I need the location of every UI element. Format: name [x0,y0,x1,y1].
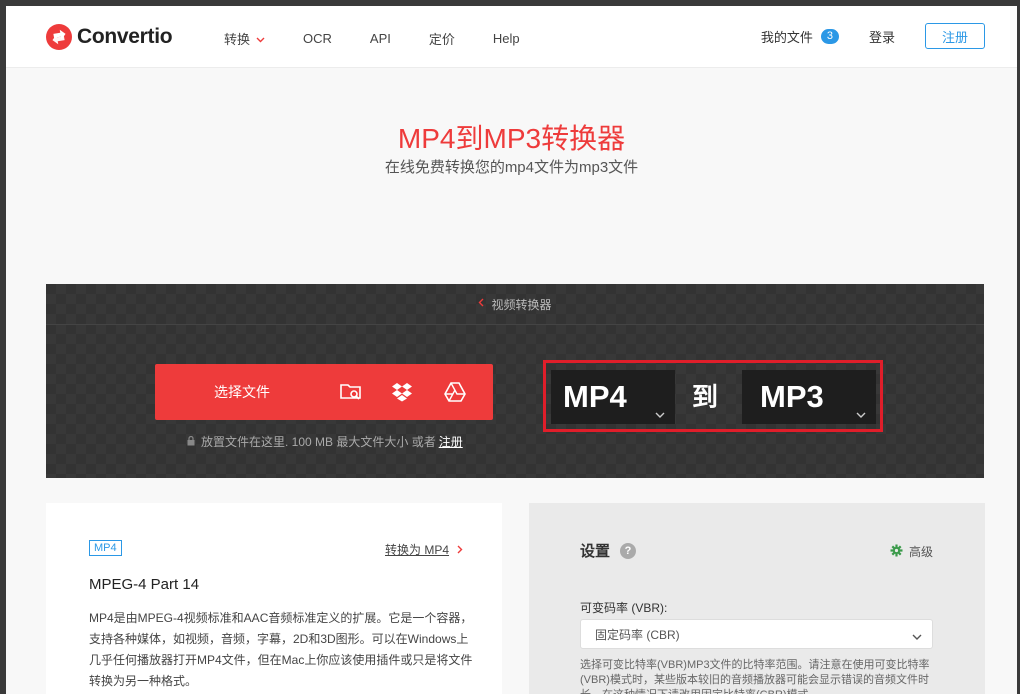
convertio-logo-icon [46,24,72,50]
nav-item-api[interactable]: API [370,29,391,48]
nav-item-pricing[interactable]: 定价 [429,29,455,48]
chevron-down-icon [912,630,922,644]
choose-files-label: 选择文件 [214,384,270,400]
convert-to-label: 转换为 MP4 [385,543,450,557]
lock-icon [187,435,195,449]
format-description: MP4是由MPEG-4视频标准和AAC音频标准定义的扩展。它是一个容器，支持各种… [89,611,473,688]
converter-panel: 视频转换器 选择文件 放置文件在这里. 100 MB 最大文件大小 或者 注册 … [46,284,984,478]
nav-item-label: OCR [303,31,332,46]
to-separator: 到 [692,382,719,412]
nav-item-label: API [369,31,391,46]
help-icon[interactable]: ? [620,542,637,559]
vbr-selected-value: 固定码率 (CBR) [595,627,680,642]
drop-note-register-link[interactable]: 注册 [439,433,463,450]
google-drive-icon[interactable] [443,380,467,404]
drop-note: 放置文件在这里. 100 MB 最大文件大小 或者 注册 [187,433,463,450]
gear-icon [890,544,903,560]
advanced-label: 高级 [908,545,933,559]
format-info-panel: MP4 转换为 MP4 MPEG-4 Part 14 MP4是由MPEG-4视频… [46,503,502,694]
file-count-badge: 3 [820,28,839,44]
vbr-note: 选择可变比特率(VBR)MP3文件的比特率范围。请注意在使用可变比特率(VBR)… [580,659,930,694]
format-selector-highlight: MP4 到 MP3 [543,360,883,432]
chevron-down-icon [256,31,265,46]
vbr-select[interactable]: 固定码率 (CBR) [580,619,933,649]
to-format-value: MP3 [760,379,824,414]
user-nav: 我的文件 3 登录 注册 [761,23,985,49]
my-files-link[interactable]: 我的文件 3 [761,27,839,46]
chevron-down-icon [856,391,866,427]
to-format-select[interactable]: MP3 [742,370,876,424]
nav-item-label: 转换 [224,32,251,47]
login-link[interactable]: 登录 [869,27,895,46]
converter-breadcrumb[interactable]: 视频转换器 [46,284,984,325]
settings-title: 设置 ? [580,540,637,561]
page-title: MP4到MP3转换器 [397,123,626,154]
format-tag: MP4 [89,540,122,556]
choose-files-button[interactable]: 选择文件 [155,364,493,420]
page: Convertio 转换 OCR API 定价 Help 我的文件 3 登录 注… [6,6,1017,694]
site-header: Convertio 转换 OCR API 定价 Help 我的文件 3 登录 注… [6,6,1017,68]
logo-text: Convertio [77,25,173,48]
my-files-label: 我的文件 [760,29,813,45]
breadcrumb-label: 视频转换器 [491,297,552,312]
drop-note-text: 放置文件在这里. 100 MB 最大文件大小 或者 [201,435,436,449]
format-title: MPEG-4 Part 14 [89,576,200,593]
logo[interactable]: Convertio [46,24,173,50]
advanced-settings-link[interactable]: 高级 [890,543,933,560]
nav-item-convert[interactable]: 转换 [224,29,265,48]
from-format-value: MP4 [563,379,627,414]
folder-search-icon[interactable] [339,380,363,404]
page-subtitle: 在线免费转换您的mp4文件为mp3文件 [384,159,639,176]
nav-item-help[interactable]: Help [493,29,520,48]
dropbox-icon[interactable] [390,380,414,404]
register-button[interactable]: 注册 [925,23,985,49]
main-nav: 转换 OCR API 定价 Help [224,29,558,48]
nav-item-label: Help [492,31,520,46]
chevron-down-icon [655,391,665,427]
vbr-label: 可变码率 (VBR): [580,601,668,615]
convert-to-link[interactable]: 转换为 MP4 [385,541,463,558]
nav-item-label: 定价 [428,32,455,47]
chevron-right-icon [457,543,463,557]
settings-panel: 设置 ? 高级 可变码率 (VBR): 固定码率 (CBR) 选择可变比特率(V… [529,503,985,694]
nav-item-ocr[interactable]: OCR [303,29,332,48]
settings-title-label: 设置 [580,543,611,560]
chevron-left-icon [478,298,484,310]
from-format-select[interactable]: MP4 [551,370,675,424]
